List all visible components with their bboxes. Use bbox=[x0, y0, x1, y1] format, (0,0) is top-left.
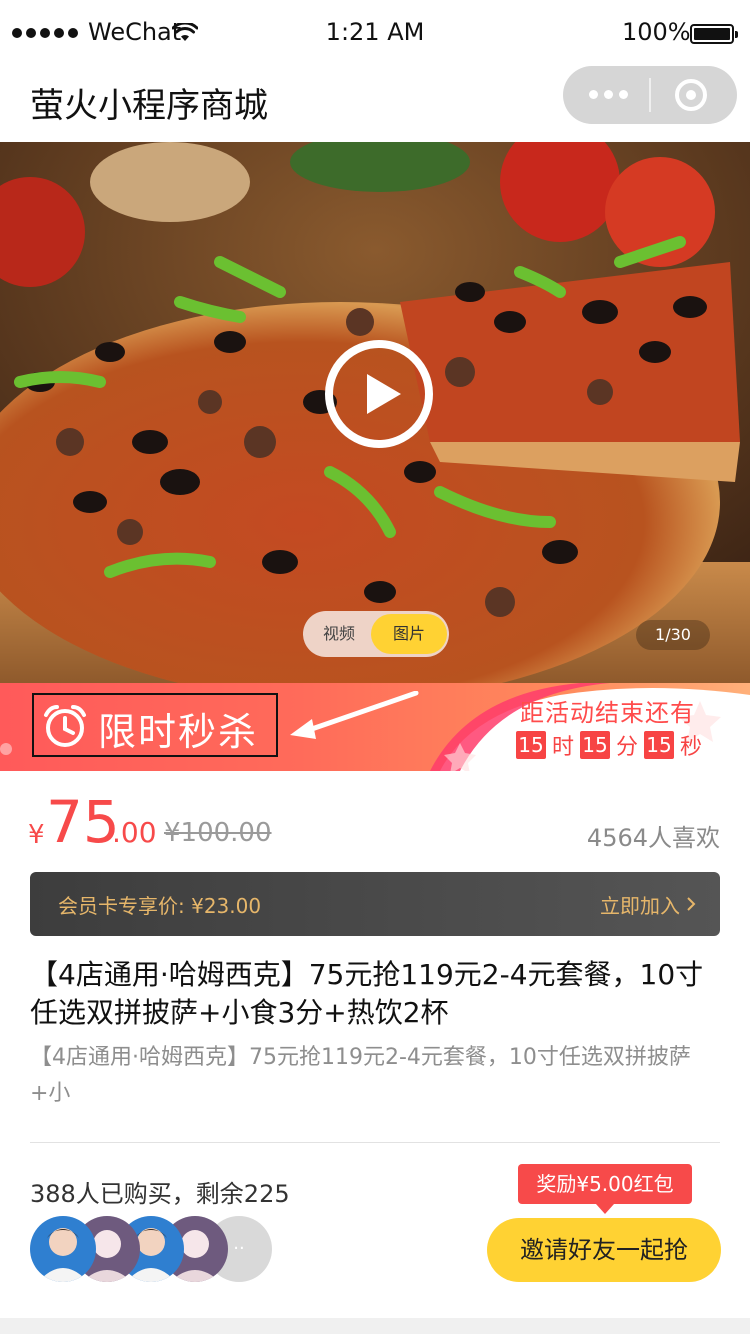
media-toggle: 视频 图片 bbox=[303, 611, 449, 657]
currency-symbol: ¥ bbox=[28, 820, 45, 850]
video-tab[interactable]: 视频 bbox=[303, 611, 375, 657]
page-title: 萤火小程序商城 bbox=[30, 86, 268, 126]
original-price: ¥100.00 bbox=[164, 818, 272, 848]
battery-icon bbox=[690, 24, 738, 44]
section-divider bbox=[30, 1142, 720, 1143]
nav-bar: 萤火小程序商城 bbox=[0, 66, 750, 142]
countdown-title: 距活动结束还有 bbox=[520, 699, 695, 727]
flash-sale-label: 限时秒杀 bbox=[98, 710, 259, 754]
play-video-button[interactable] bbox=[325, 340, 433, 448]
minutes-unit: 分 bbox=[616, 735, 639, 760]
hours-unit: 时 bbox=[552, 735, 575, 760]
join-member-link[interactable]: 立即加入 bbox=[600, 890, 680, 919]
alarm-clock-icon bbox=[44, 705, 86, 747]
countdown-minutes: 15 bbox=[580, 731, 611, 759]
member-price-bar[interactable]: 会员卡专享价: ¥23.00 立即加入 bbox=[30, 872, 720, 936]
flash-sale-banner: 限时秒杀 距活动结束还有 15 时 15 分 15 秒 bbox=[0, 683, 750, 771]
sold-count: 388人已购买，剩余225 bbox=[30, 1180, 290, 1208]
status-bar: WeChat 1:21 AM 100% bbox=[0, 0, 750, 66]
product-subtitle: 【4店通用·哈姆西克】75元抢119元2-4元套餐，10寸任选双拼披萨+小 bbox=[30, 1045, 691, 1106]
play-icon bbox=[367, 374, 401, 414]
battery-fill bbox=[694, 28, 730, 40]
photo-tab[interactable]: 图片 bbox=[371, 614, 447, 654]
reward-badge-pointer bbox=[596, 1204, 614, 1214]
likes-count: 4564人喜欢 bbox=[586, 824, 720, 852]
close-miniprogram-icon[interactable] bbox=[675, 79, 707, 111]
battery-percentage: 100% bbox=[622, 18, 691, 46]
countdown-hours: 15 bbox=[516, 731, 546, 759]
countdown-seconds: 15 bbox=[644, 731, 675, 759]
product-title: 【4店通用·哈姆西克】75元抢119元2-4元套餐，10寸任选双拼披萨+小食3分… bbox=[30, 958, 704, 1029]
reward-badge: 奖励¥5.00红包 bbox=[518, 1164, 692, 1204]
member-price-text: 会员卡专享价: ¥23.00 bbox=[58, 894, 262, 918]
flash-sale-label-box: 限时秒杀 bbox=[32, 693, 278, 757]
seconds-unit: 秒 bbox=[680, 735, 703, 760]
countdown-panel: 距活动结束还有 15 时 15 分 15 秒 bbox=[436, 683, 750, 771]
arrow-left-icon bbox=[290, 691, 419, 739]
invite-friends-button[interactable]: 邀请好友一起抢 bbox=[487, 1218, 721, 1282]
chevron-right-icon bbox=[687, 897, 696, 911]
miniprogram-capsule bbox=[563, 66, 737, 124]
avatar bbox=[30, 1216, 96, 1282]
product-media[interactable]: 视频 图片 1/30 bbox=[0, 142, 750, 683]
image-counter: 1/30 bbox=[636, 620, 710, 650]
price-integer: 75 bbox=[46, 788, 120, 856]
price-decimal: .00 bbox=[112, 816, 157, 849]
bottom-spacer bbox=[0, 1318, 750, 1334]
more-icon[interactable] bbox=[589, 90, 628, 99]
countdown-timer: 15 时 15 分 15 秒 bbox=[516, 729, 708, 761]
capsule-divider bbox=[649, 78, 651, 112]
